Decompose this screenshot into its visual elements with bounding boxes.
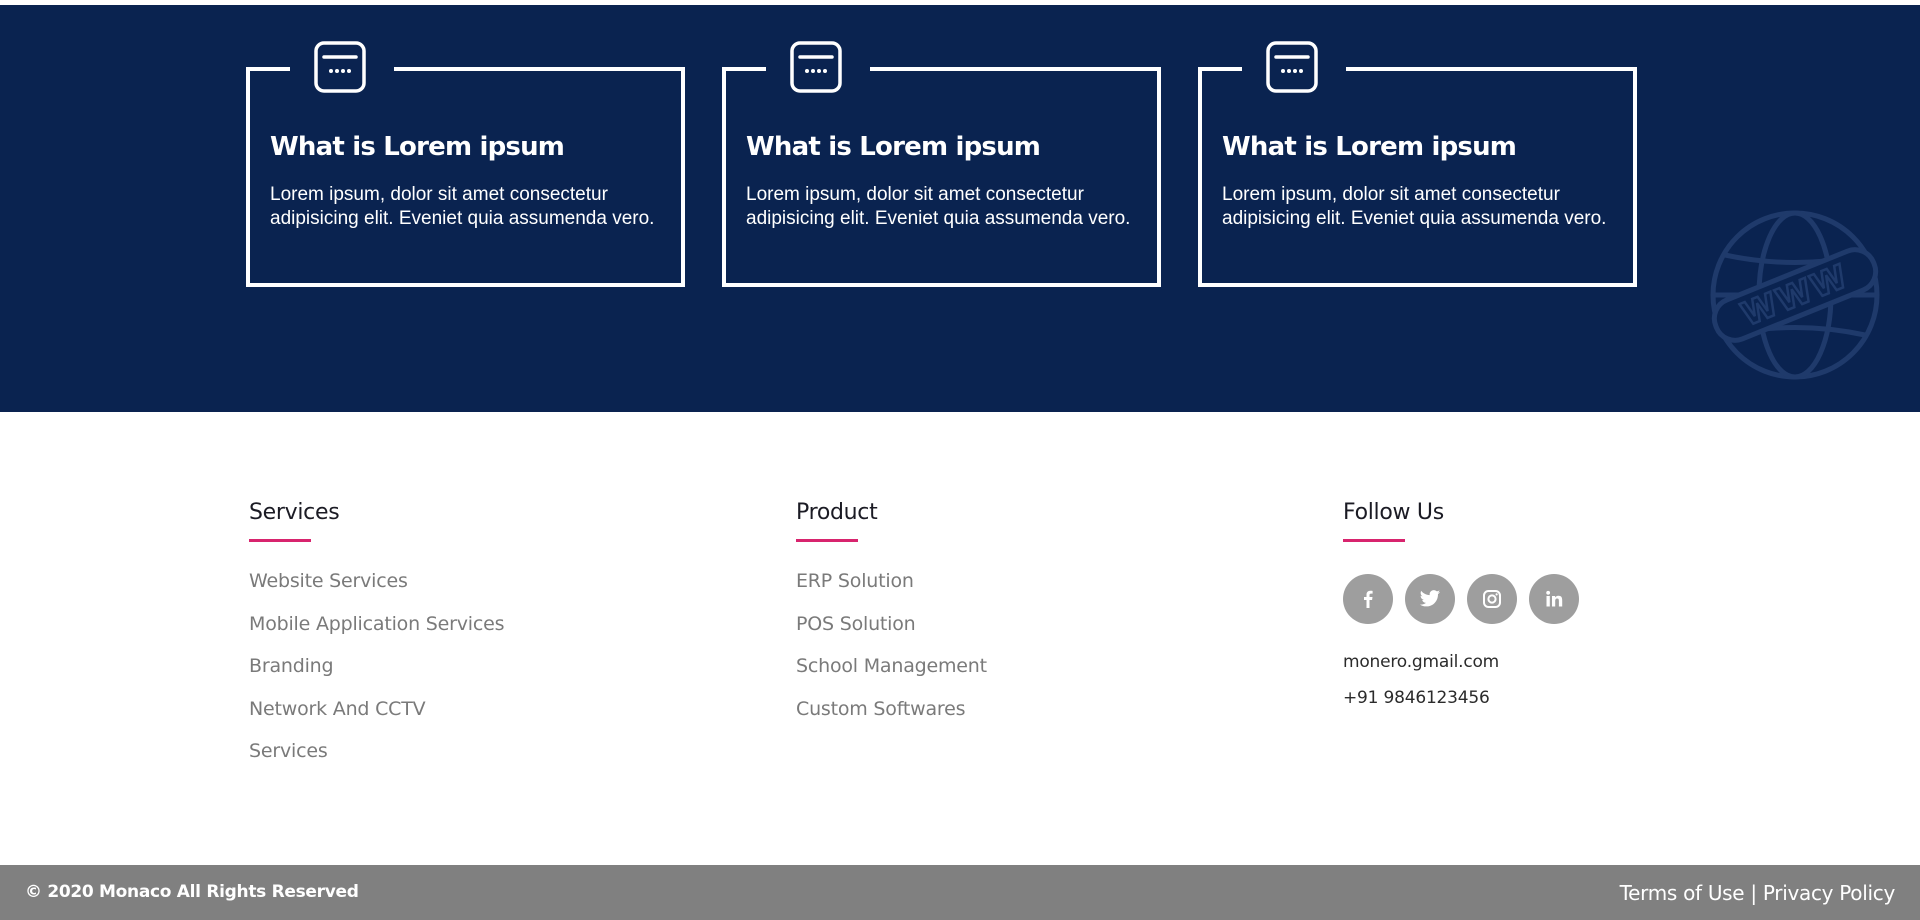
browser-window-icon [790,41,842,93]
contact-email[interactable]: monero.gmail.com [1343,652,1579,672]
footer-col-services: Services Website Services Mobile Applica… [249,500,504,783]
copyright-text: © 2020 Monaco All Rights Reserved [25,882,359,902]
footer-link[interactable]: Custom Softwares [796,698,987,741]
footer-link[interactable]: ERP Solution [796,570,987,613]
col-title-follow: Follow Us [1343,500,1444,525]
card-title: What is Lorem ipsum [270,132,565,162]
footer-link[interactable]: Services [249,740,504,783]
footer-link[interactable]: Branding [249,655,504,698]
twitter-button[interactable] [1405,574,1455,624]
facebook-icon [1364,590,1373,608]
social-links [1343,574,1579,624]
footer-link[interactable]: School Management [796,655,987,698]
terms-link[interactable]: Terms of Use [1620,881,1745,905]
legal-separator: | [1750,881,1757,905]
card-title: What is Lorem ipsum [746,132,1041,162]
product-link-list: ERP Solution POS Solution School Managem… [796,570,987,740]
footer-link[interactable]: Website Services [249,570,504,613]
twitter-icon [1419,590,1441,607]
feature-card: What is Lorem ipsum Lorem ipsum, dolor s… [246,41,685,287]
legal-links: Terms of Use | Privacy Policy [1620,881,1896,905]
title-underline [1343,539,1405,542]
col-title-product: Product [796,500,878,525]
instagram-icon [1483,590,1501,608]
services-link-list: Website Services Mobile Application Serv… [249,570,504,783]
contact-phone[interactable]: +91 9846123456 [1343,688,1579,708]
feature-band: What is Lorem ipsum Lorem ipsum, dolor s… [0,5,1920,412]
footer-col-follow: Follow Us monero.gmail.com +91 984612345… [1343,500,1579,708]
linkedin-icon [1546,590,1563,607]
title-underline [249,539,311,542]
globe-www-text: WWW [1736,256,1854,333]
footer-link[interactable]: POS Solution [796,613,987,656]
privacy-link[interactable]: Privacy Policy [1763,881,1895,905]
card-description: Lorem ipsum, dolor sit amet consectetur … [746,184,1131,229]
feature-card: What is Lorem ipsum Lorem ipsum, dolor s… [722,41,1161,287]
facebook-button[interactable] [1343,574,1393,624]
footer-link[interactable]: Network And CCTV [249,698,504,741]
col-title-services: Services [249,500,340,525]
instagram-button[interactable] [1467,574,1517,624]
footer-col-product: Product ERP Solution POS Solution School… [796,500,987,740]
card-description: Lorem ipsum, dolor sit amet consectetur … [270,184,655,229]
title-underline [796,539,858,542]
feature-card: What is Lorem ipsum Lorem ipsum, dolor s… [1198,41,1637,287]
card-description: Lorem ipsum, dolor sit amet consectetur … [1222,184,1607,229]
www-globe-icon: WWW [1710,210,1880,380]
card-title: What is Lorem ipsum [1222,132,1517,162]
browser-window-icon [1266,41,1318,93]
linkedin-button[interactable] [1529,574,1579,624]
browser-window-icon [314,41,366,93]
footer-link[interactable]: Mobile Application Services [249,613,504,656]
bottom-bar: © 2020 Monaco All Rights Reserved Terms … [0,865,1920,920]
